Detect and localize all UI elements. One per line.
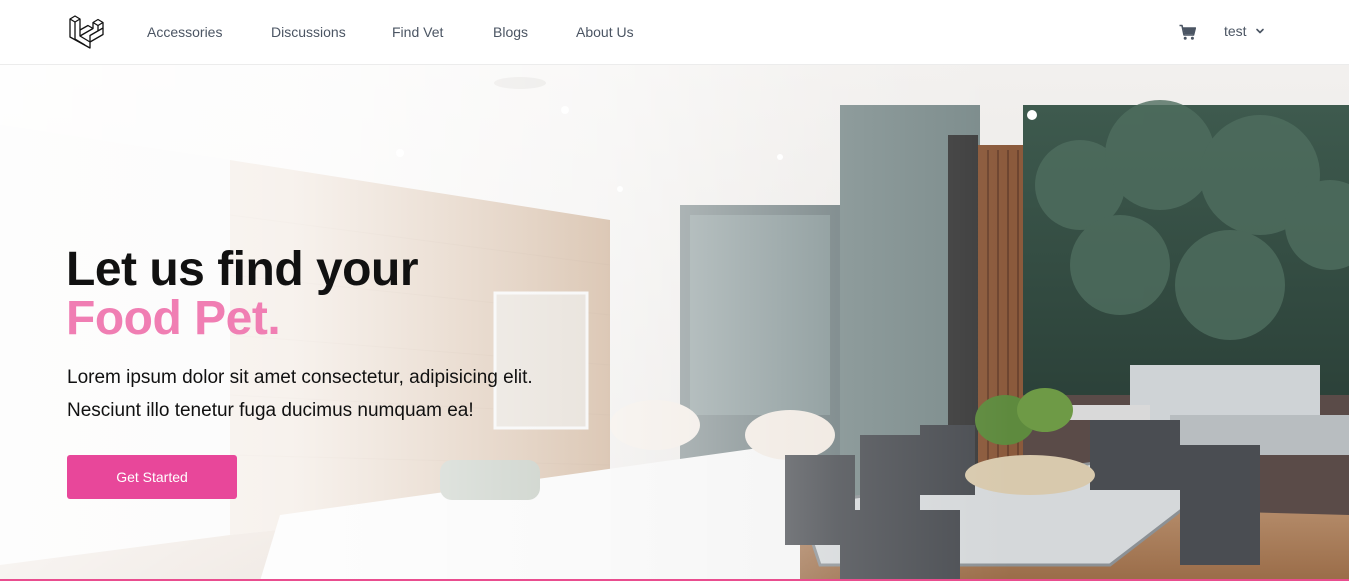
nav-link-blogs[interactable]: Blogs [493, 24, 528, 40]
hero-title-highlight: Food Pet. [66, 292, 281, 345]
nav-link-discussions[interactable]: Discussions [271, 24, 346, 40]
hero-title-line1: Let us find your [66, 243, 419, 296]
hero-subtitle-line2: Nesciunt illo tenetur fuga ducimus numqu… [67, 400, 474, 421]
hero-section: Let us find your Food Pet. Lorem ipsum d… [0, 65, 1349, 581]
hero-subtitle-line1: Lorem ipsum dolor sit amet consectetur, … [67, 367, 533, 388]
nav-link-find-vet[interactable]: Find Vet [392, 24, 443, 40]
cart-icon[interactable] [1179, 24, 1196, 41]
nav-link-accessories[interactable]: Accessories [147, 24, 222, 40]
top-navbar: Accessories Discussions Find Vet Blogs A… [0, 0, 1349, 65]
hero-subtitle: Lorem ipsum dolor sit amet consectetur, … [67, 361, 627, 427]
get-started-button[interactable]: Get Started [67, 455, 237, 499]
nav-link-about-us[interactable]: About Us [576, 24, 634, 40]
user-menu[interactable]: test [1224, 23, 1265, 39]
chevron-down-icon [1255, 28, 1264, 34]
hero-title: Let us find your Food Pet. [66, 243, 419, 345]
user-name: test [1224, 23, 1247, 39]
laravel-logo-icon[interactable] [69, 15, 104, 49]
